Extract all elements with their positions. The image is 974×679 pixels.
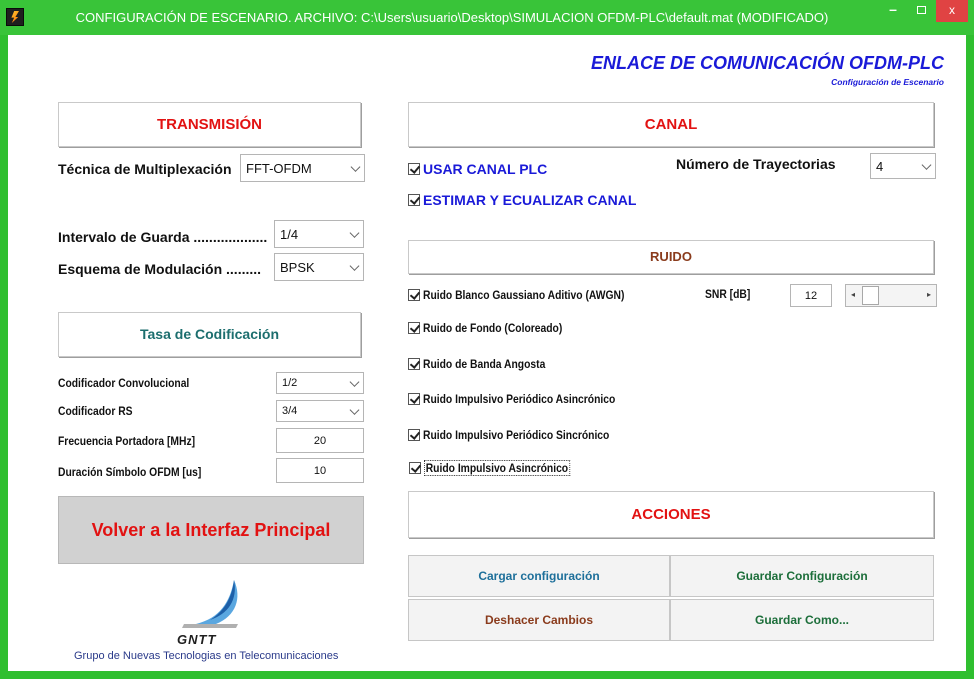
modulation-select[interactable]: BPSK	[274, 253, 364, 281]
slider-right-arrow-icon[interactable]: ▸	[922, 285, 936, 306]
duration-label: Duración Símbolo OFDM [us]	[58, 465, 202, 479]
use-plc-label: USAR CANAL PLC	[423, 161, 548, 177]
logo-caption: Grupo de Nuevas Tecnologias en Telecomun…	[74, 650, 339, 662]
awgn-label: Ruido Blanco Gaussiano Aditivo (AWGN)	[423, 288, 625, 302]
chevron-down-icon	[349, 261, 360, 271]
snr-input[interactable]: 12	[790, 284, 832, 307]
periodic-sync-noise-checkbox[interactable]: Ruido Impulsivo Periódico Sincrónico	[408, 428, 640, 442]
page-subtitle: Configuración de Escenario	[831, 77, 944, 87]
rs-label: Codificador RS	[58, 404, 133, 418]
transmision-heading: TRANSMISIÓN	[58, 102, 361, 147]
chevron-down-icon	[349, 377, 360, 387]
acciones-heading: ACCIONES	[408, 491, 934, 538]
window-title: CONFIGURACIÓN DE ESCENARIO. ARCHIVO: C:\…	[75, 10, 829, 25]
multiplex-select[interactable]: FFT-OFDM	[240, 154, 365, 182]
maximize-button[interactable]	[908, 0, 934, 22]
checkbox-checked-icon	[408, 194, 420, 206]
periodic-async-noise-checkbox[interactable]: Ruido Impulsivo Periódico Asincrónico	[408, 392, 647, 406]
awgn-checkbox[interactable]: Ruido Blanco Gaussiano Aditivo (AWGN)	[408, 288, 657, 302]
async-impulse-noise-label: Ruido Impulsivo Asincrónico	[424, 460, 570, 476]
checkbox-checked-icon	[408, 393, 420, 405]
checkbox-checked-icon	[408, 322, 420, 334]
background-noise-checkbox[interactable]: Ruido de Fondo (Coloreado)	[408, 321, 585, 335]
conv-value: 1/2	[282, 377, 298, 389]
narrowband-noise-checkbox[interactable]: Ruido de Banda Angosta	[408, 357, 565, 371]
guard-label: Intervalo de Guarda ...................	[58, 229, 268, 245]
logo-text: GNTT	[177, 632, 217, 647]
paths-value: 4	[876, 158, 884, 174]
multiplex-label: Técnica de Multiplexación	[58, 161, 232, 177]
modulation-label: Esquema de Modulación .........	[58, 261, 262, 277]
checkbox-checked-icon	[408, 429, 420, 441]
checkbox-checked-icon	[408, 163, 420, 175]
slider-thumb[interactable]	[862, 286, 879, 305]
conv-label: Codificador Convolucional	[58, 376, 190, 390]
freq-label: Frecuencia Portadora [MHz]	[58, 434, 196, 448]
chevron-down-icon	[350, 162, 361, 172]
close-button[interactable]: x	[936, 0, 968, 22]
freq-input[interactable]: 20	[276, 428, 364, 453]
slider-left-arrow-icon[interactable]: ◂	[846, 285, 860, 306]
background-noise-label: Ruido de Fondo (Coloreado)	[423, 321, 563, 335]
title-bar: CONFIGURACIÓN DE ESCENARIO. ARCHIVO: C:\…	[0, 0, 974, 35]
main-window-content: ENLACE DE COMUNICACIÓN OFDM-PLC Configur…	[8, 35, 966, 671]
checkbox-checked-icon	[408, 289, 420, 301]
paths-select[interactable]: 4	[870, 153, 936, 179]
checkbox-checked-icon	[409, 462, 421, 474]
back-to-main-button[interactable]: Volver a la Interfaz Principal	[58, 496, 364, 564]
conv-select[interactable]: 1/2	[276, 372, 364, 394]
rs-value: 3/4	[282, 405, 298, 417]
undo-changes-button[interactable]: Deshacer Cambios	[408, 599, 670, 641]
snr-label: SNR [dB]	[705, 287, 751, 301]
use-plc-checkbox[interactable]: USAR CANAL PLC	[408, 161, 547, 177]
chevron-down-icon	[349, 228, 360, 238]
page-title: ENLACE DE COMUNICACIÓN OFDM-PLC	[591, 53, 944, 73]
multiplex-value: FFT-OFDM	[246, 160, 312, 176]
periodic-sync-noise-label: Ruido Impulsivo Periódico Sincrónico	[423, 428, 610, 442]
save-config-button[interactable]: Guardar Configuración	[670, 555, 934, 597]
duration-input[interactable]: 10	[276, 458, 364, 483]
estimate-channel-checkbox[interactable]: ESTIMAR Y ECUALIZAR CANAL	[408, 192, 636, 208]
periodic-async-noise-label: Ruido Impulsivo Periódico Asincrónico	[423, 392, 616, 406]
chevron-down-icon	[921, 160, 932, 170]
save-as-button[interactable]: Guardar Como...	[670, 599, 934, 641]
guard-select[interactable]: 1/4	[274, 220, 364, 248]
guard-value: 1/4	[280, 226, 299, 242]
checkbox-checked-icon	[408, 358, 420, 370]
codificacion-heading: Tasa de Codificación	[58, 312, 361, 357]
snr-slider[interactable]: ◂ ▸	[845, 284, 937, 307]
chevron-down-icon	[349, 405, 360, 415]
narrowband-noise-label: Ruido de Banda Angosta	[423, 357, 546, 371]
rs-select[interactable]: 3/4	[276, 400, 364, 422]
maximize-icon	[916, 6, 926, 14]
load-config-button[interactable]: Cargar configuración	[408, 555, 670, 597]
minimize-button[interactable]: –	[880, 0, 906, 22]
estimate-channel-label: ESTIMAR Y ECUALIZAR CANAL	[423, 192, 637, 208]
canal-heading: CANAL	[408, 102, 934, 147]
paths-label: Número de Trayectorias	[676, 156, 836, 172]
ruido-heading: RUIDO	[408, 240, 934, 274]
async-impulse-noise-checkbox[interactable]: Ruido Impulsivo Asincrónico	[409, 460, 594, 476]
modulation-value: BPSK	[280, 259, 315, 275]
